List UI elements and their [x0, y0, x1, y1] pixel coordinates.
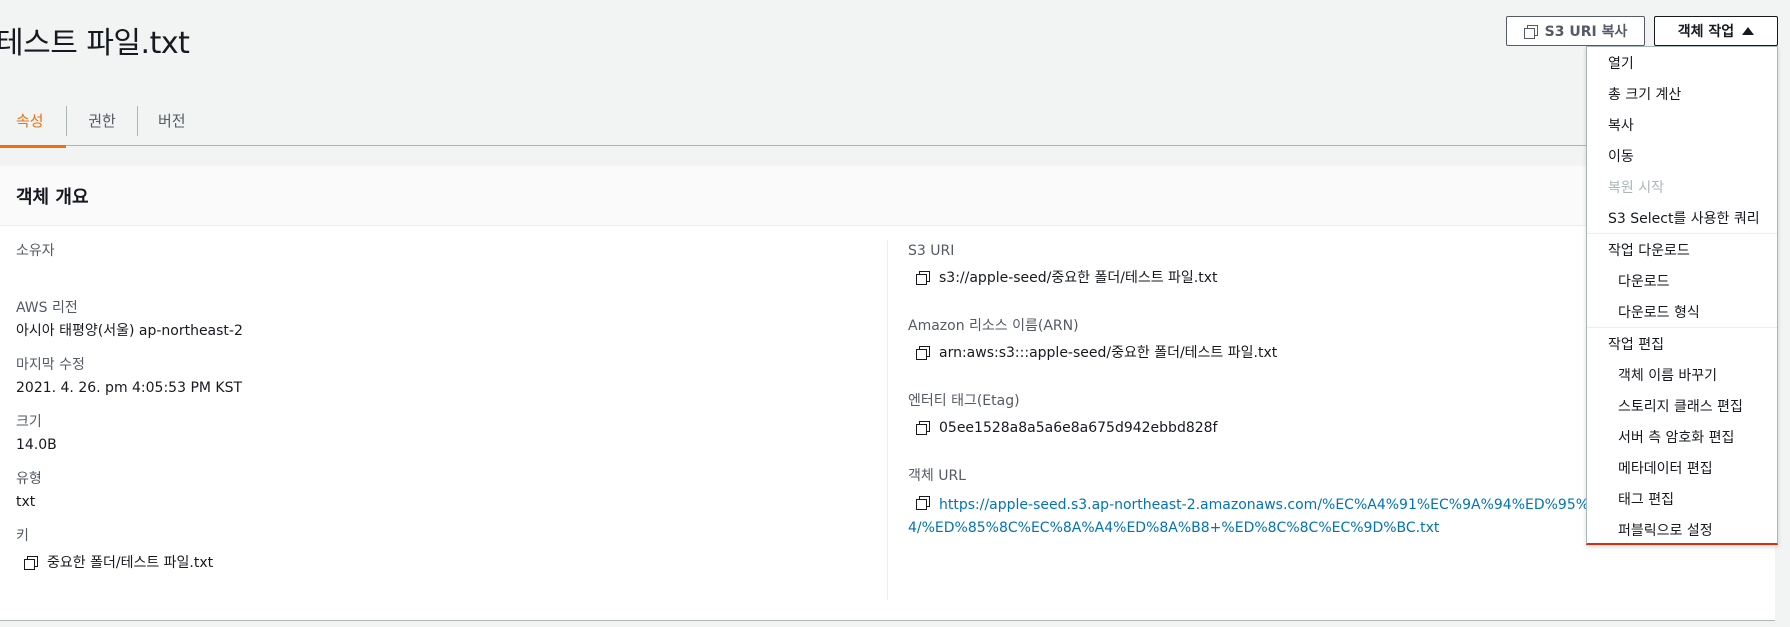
caret-up-icon: [1742, 27, 1755, 35]
owner-label: 소유자: [16, 243, 55, 259]
menu-group-edit: 작업 편집 객체 이름 바꾸기 스토리지 클래스 편집 서버 측 암호화 편집 …: [1587, 327, 1777, 545]
type-value: txt: [16, 494, 36, 510]
tab-permissions[interactable]: 권한: [67, 96, 137, 146]
region-value: 아시아 태평양(서울) ap-northeast-2: [16, 323, 243, 339]
copy-icon[interactable]: [24, 556, 38, 570]
menu-item-edit-metadata[interactable]: 메타데이터 편집: [1587, 452, 1777, 483]
key-label: 키: [16, 528, 29, 544]
column-divider: [887, 240, 888, 600]
menu-item-initiate-restore: 복원 시작: [1608, 179, 1664, 196]
copy-icon[interactable]: [916, 421, 930, 435]
menu-item-make-public[interactable]: 퍼블릭으로 설정: [1587, 514, 1777, 545]
copy-icon[interactable]: [916, 346, 930, 360]
owner-field: 소유자: [16, 242, 876, 307]
tab-bar: 속성 권한 버전: [0, 96, 1778, 148]
menu-item-edit-encryption[interactable]: 서버 측 암호화 편집: [1587, 421, 1777, 452]
type-label: 유형: [16, 471, 42, 487]
region-label: AWS 리전: [16, 300, 78, 316]
object-actions-label: 객체 작업: [1677, 24, 1735, 40]
last-modified-field: 마지막 수정 2021. 4. 26. pm 4:05:53 PM KST: [16, 356, 876, 421]
region-field: AWS 리전 아시아 태평양(서울) ap-northeast-2: [16, 299, 876, 364]
menu-group-download-title: 작업 다운로드: [1608, 242, 1690, 259]
object-overview-panel: 객체 개요 소유자 AWS 리전 아시아 태평양(서울) ap-northeas…: [0, 166, 1775, 621]
panel-title: 객체 개요: [0, 166, 1775, 226]
arn-value: arn:aws:s3:::apple-seed/중요한 폴더/테스트 파일.tx…: [939, 345, 1278, 361]
type-field: 유형 txt: [16, 470, 876, 535]
menu-group-edit-title: 작업 편집: [1608, 336, 1664, 353]
object-actions-button[interactable]: 객체 작업: [1654, 16, 1778, 46]
menu-item-edit-tags[interactable]: 태그 편집: [1587, 483, 1777, 514]
menu-item-download-as[interactable]: 다운로드 형식: [1587, 296, 1777, 327]
overview-left-column: 소유자 AWS 리전 아시아 태평양(서울) ap-northeast-2 마지…: [16, 242, 876, 592]
object-url-link-line1[interactable]: https://apple-seed.s3.ap-northeast-2.ama…: [939, 493, 1642, 518]
menu-item-copy[interactable]: 복사: [1587, 109, 1777, 140]
menu-group-download: 작업 다운로드 다운로드 다운로드 형식: [1587, 233, 1777, 327]
copy-icon: [1523, 24, 1538, 39]
key-copy-row: 중요한 폴더/테스트 파일.txt: [16, 553, 876, 573]
menu-item-rename-object[interactable]: 객체 이름 바꾸기: [1587, 359, 1777, 390]
menu-item-open[interactable]: 열기: [1587, 47, 1777, 78]
menu-item-calculate-size[interactable]: 총 크기 계산: [1587, 78, 1777, 109]
menu-item-download[interactable]: 다운로드: [1587, 265, 1777, 296]
size-value: 14.0B: [16, 437, 57, 453]
object-actions-menu: 열기 총 크기 계산 복사 이동 복원 시작 S3 Select를 사용한 쿼리…: [1586, 46, 1778, 545]
s3-uri-value: s3://apple-seed/중요한 폴더/테스트 파일.txt: [939, 270, 1218, 286]
key-value: 중요한 폴더/테스트 파일.txt: [47, 555, 214, 571]
menu-item-move[interactable]: 이동: [1587, 140, 1777, 171]
copy-s3-uri-button[interactable]: S3 URI 복사: [1506, 16, 1645, 46]
tab-properties[interactable]: 속성: [0, 96, 66, 148]
page-title: 테스트 파일.txt: [0, 26, 190, 61]
copy-icon[interactable]: [916, 496, 930, 510]
copy-s3-uri-label: S3 URI 복사: [1544, 24, 1628, 40]
tab-versions[interactable]: 버전: [138, 96, 186, 146]
key-field: 키 중요한 폴더/테스트 파일.txt: [16, 527, 876, 592]
copy-icon[interactable]: [916, 271, 930, 285]
menu-item-s3-select[interactable]: S3 Select를 사용한 쿼리: [1587, 202, 1777, 233]
size-label: 크기: [16, 414, 42, 430]
menu-item-edit-storage-class[interactable]: 스토리지 클래스 편집: [1587, 390, 1777, 421]
size-field: 크기 14.0B: [16, 413, 876, 478]
etag-value: 05ee1528a8a5a6e8a675d942ebbd828f: [939, 420, 1218, 436]
last-modified-value: 2021. 4. 26. pm 4:05:53 PM KST: [16, 380, 243, 396]
last-modified-label: 마지막 수정: [16, 357, 85, 373]
